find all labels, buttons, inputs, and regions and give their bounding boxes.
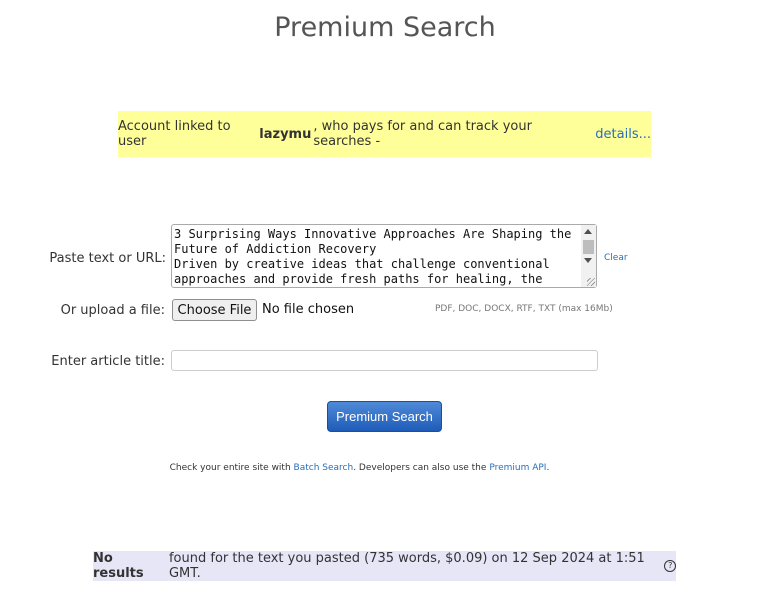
premium-api-link[interactable]: Premium API (489, 463, 546, 473)
notice-suffix: , who pays for and can track your search… (313, 119, 532, 149)
file-label: Or upload a file: (60, 303, 165, 318)
textarea-scrollbar[interactable] (581, 225, 596, 287)
results-bold: No results (93, 551, 144, 581)
article-title-label: Enter article title: (51, 354, 165, 369)
question-circle-icon[interactable]: ? (664, 560, 676, 572)
premium-search-button[interactable]: Premium Search (327, 401, 442, 432)
results-text: found for the text you pasted (735 words… (168, 551, 645, 581)
clear-link[interactable]: Clear (604, 253, 628, 263)
file-hint: PDF, DOC, DOCX, RTF, TXT (max 16Mb) (435, 304, 613, 314)
text-label: Paste text or URL: (49, 251, 166, 266)
page-title: Premium Search (274, 12, 496, 43)
details-link[interactable]: details... (595, 127, 651, 142)
account-notice: Account linked to user lazymu , who pays… (118, 111, 651, 157)
tip-text: Check your entire site with Batch Search… (0, 463, 719, 473)
results-banner: No results found for the text you pasted… (93, 551, 676, 581)
notice-username: lazymu (259, 126, 312, 142)
tip-text-2: . Developers can also use the (353, 463, 487, 473)
article-title-input[interactable] (171, 350, 598, 371)
batch-search-link[interactable]: Batch Search (294, 463, 354, 473)
choose-file-button[interactable]: Choose File (172, 299, 257, 321)
resize-grip[interactable] (587, 278, 595, 286)
arrow-down-icon[interactable] (584, 258, 592, 263)
tip-text-1: Check your entire site with (169, 463, 291, 473)
scroll-thumb[interactable] (583, 240, 594, 254)
file-status: No file chosen (262, 302, 355, 317)
notice-prefix: Account linked to user (118, 119, 231, 149)
text-input[interactable]: 3 Surprising Ways Innovative Approaches … (171, 224, 597, 288)
arrow-up-icon[interactable] (584, 229, 592, 234)
tip-text-3: . (546, 463, 550, 473)
